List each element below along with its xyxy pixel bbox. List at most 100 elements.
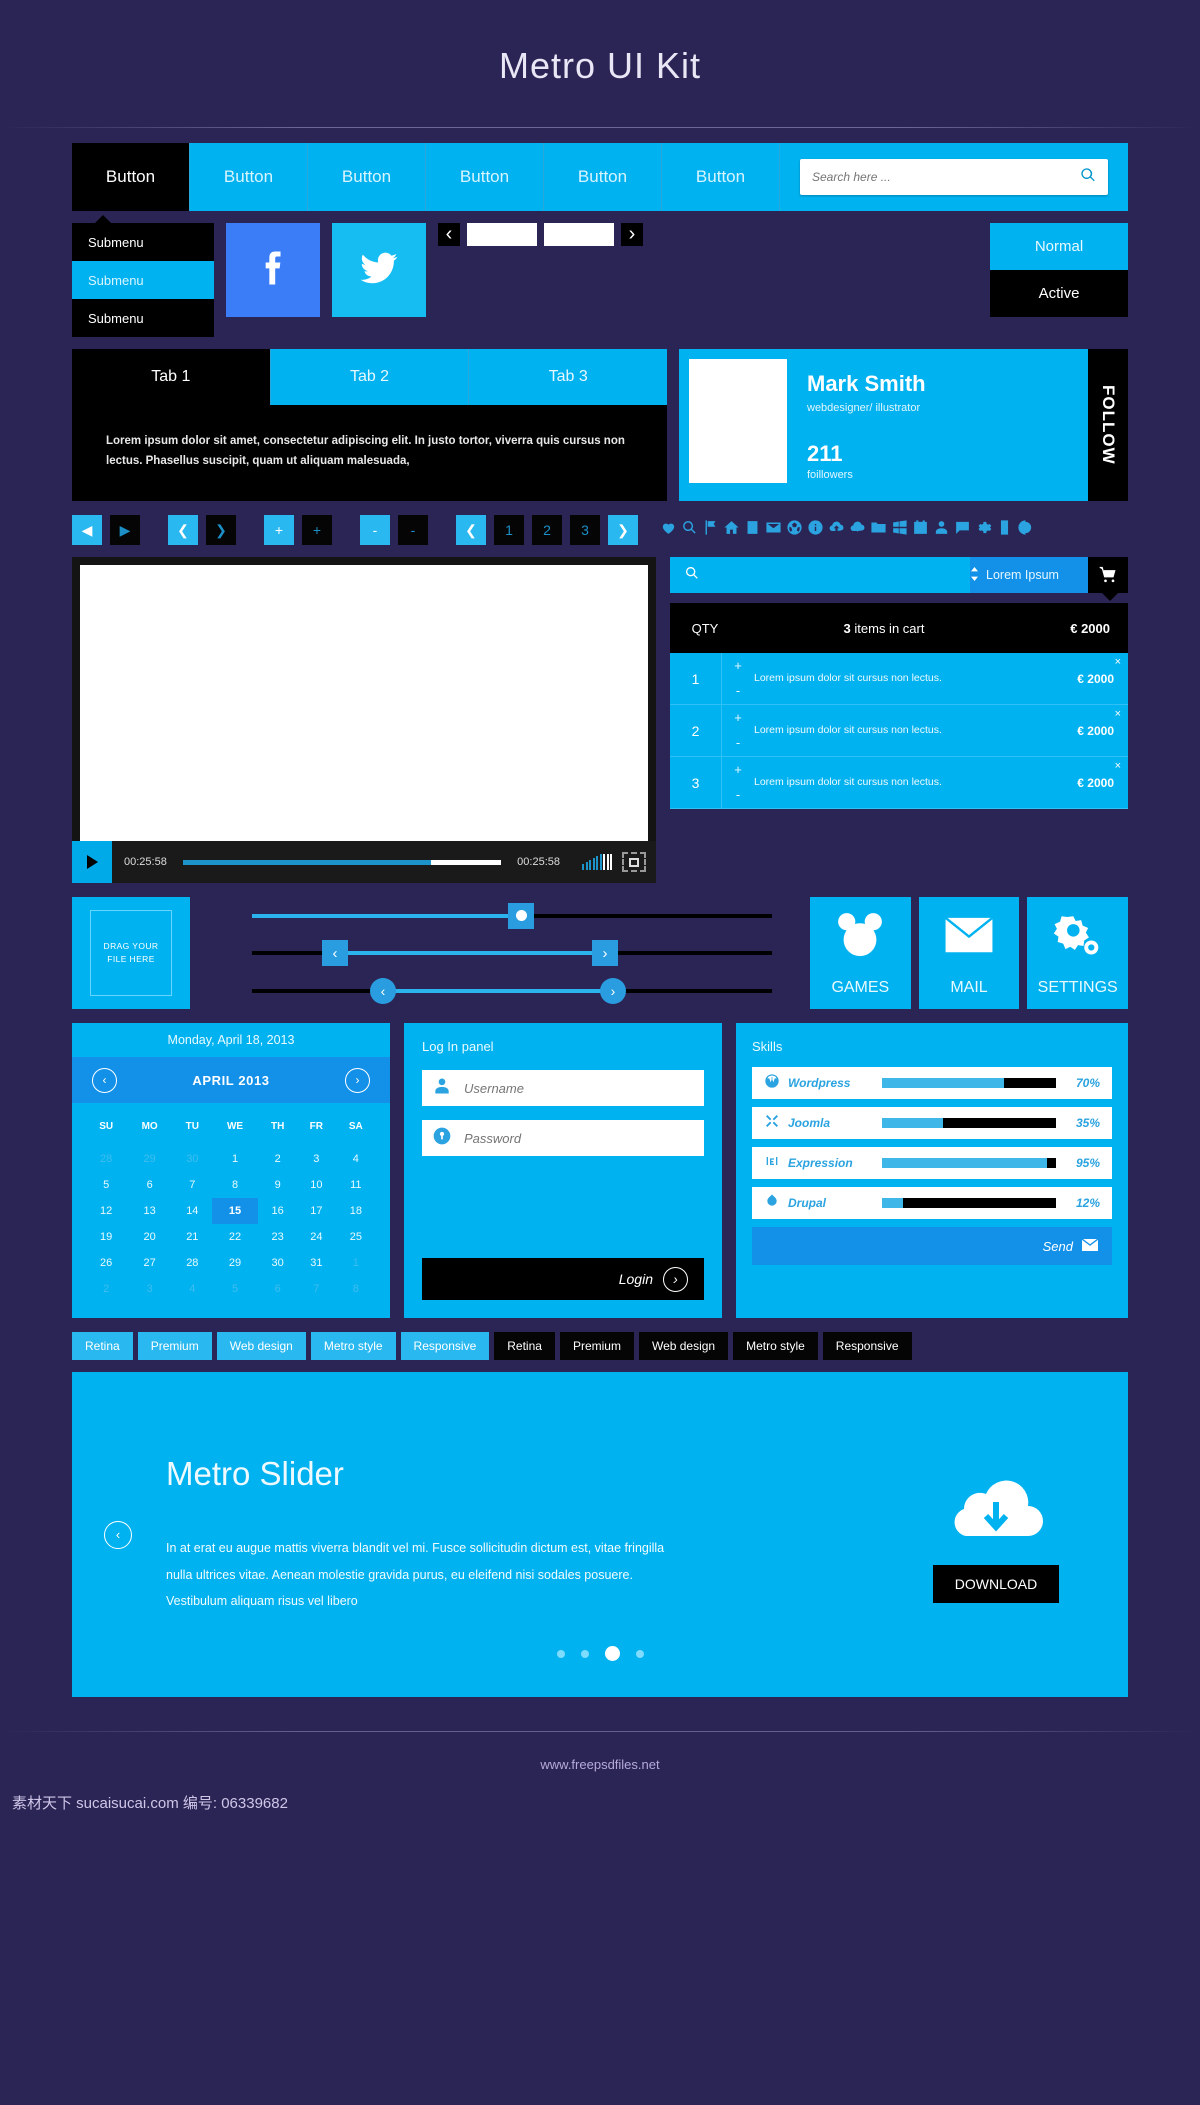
slider-handle-right[interactable]: › <box>600 977 626 1004</box>
calendar-day[interactable]: 7 <box>173 1172 212 1198</box>
username-field[interactable] <box>422 1070 704 1107</box>
cart-row-stepper[interactable]: + - <box>722 705 754 756</box>
slider-range-circle[interactable]: ‹ › <box>212 976 778 1006</box>
user-icon[interactable] <box>933 519 950 541</box>
calendar-day[interactable]: 3 <box>297 1146 336 1172</box>
nav-button-3[interactable]: Button <box>426 143 544 211</box>
slider-handle[interactable] <box>508 902 534 929</box>
slider-dot-0[interactable] <box>556 1649 565 1658</box>
calendar-day[interactable]: 1 <box>212 1146 259 1172</box>
page-3-button[interactable]: 3 <box>570 515 600 546</box>
calendar-day[interactable]: 6 <box>126 1172 173 1198</box>
calendar-day[interactable]: 30 <box>173 1146 212 1172</box>
decrease-button[interactable]: - <box>736 731 740 756</box>
nav-button-1[interactable]: Button <box>190 143 308 211</box>
shopping-cart-icon[interactable] <box>1088 557 1128 602</box>
slider-dot-3[interactable] <box>635 1649 644 1658</box>
cart-row-stepper[interactable]: + - <box>722 653 754 704</box>
pager-control-2[interactable]: ❮ <box>168 515 198 546</box>
pager-control-3[interactable]: ❯ <box>206 515 236 546</box>
tab-1[interactable]: Tab 1 <box>72 349 271 405</box>
carousel-thumb-1[interactable] <box>544 223 614 246</box>
tag-3[interactable]: Metro style <box>310 1332 396 1361</box>
calendar-day[interactable]: 25 <box>336 1224 376 1250</box>
calendar-day[interactable]: 10 <box>297 1172 336 1198</box>
calendar-day[interactable]: 20 <box>126 1224 173 1250</box>
nav-button-0[interactable]: Button <box>72 143 190 211</box>
calendar-day-selected[interactable]: 15 <box>211 1198 259 1225</box>
heart-icon[interactable] <box>660 519 677 541</box>
tile-games[interactable]: GAMES <box>810 897 911 1010</box>
calendar-day[interactable]: 9 <box>258 1172 297 1198</box>
submenu-item-0[interactable]: Submenu <box>72 223 214 261</box>
login-button[interactable]: Login › <box>422 1258 704 1301</box>
tag-4[interactable]: Responsive <box>400 1332 490 1361</box>
slider-handle-left[interactable]: ‹ <box>370 977 396 1004</box>
calendar-day[interactable]: 28 <box>173 1250 212 1276</box>
pager-minus-blue[interactable]: - <box>360 515 390 546</box>
search-icon[interactable] <box>1080 167 1096 188</box>
pager-plus-dark[interactable]: + <box>302 515 332 546</box>
calendar-day[interactable]: 31 <box>297 1250 336 1276</box>
soccer-ball-icon[interactable] <box>786 519 803 541</box>
calendar-day[interactable]: 6 <box>258 1276 297 1302</box>
fullscreen-icon[interactable] <box>622 852 646 873</box>
calendar-day[interactable]: 16 <box>258 1198 297 1224</box>
cloud-download-icon[interactable] <box>849 519 866 541</box>
calendar-next-button[interactable]: › <box>344 1067 370 1093</box>
calendar-day[interactable]: 23 <box>258 1224 297 1250</box>
gear-icon[interactable] <box>975 519 992 541</box>
calendar-prev-button[interactable]: ‹ <box>92 1067 117 1093</box>
page-next-button[interactable]: ❯ <box>608 515 638 546</box>
close-icon[interactable]: × <box>1115 656 1121 668</box>
pager-control-1[interactable]: ▶ <box>110 515 140 546</box>
tag-8[interactable]: Metro style <box>733 1332 818 1361</box>
password-input[interactable] <box>464 1130 694 1146</box>
password-field[interactable] <box>422 1120 704 1157</box>
tab-3[interactable]: Tab 3 <box>469 349 668 405</box>
slider-single[interactable] <box>212 901 778 931</box>
facebook-button[interactable] <box>226 223 320 317</box>
calendar-day[interactable]: 22 <box>212 1224 259 1250</box>
calendar-day[interactable]: 18 <box>336 1198 376 1224</box>
slider-range-square[interactable]: ‹ › <box>212 938 778 968</box>
tag-9[interactable]: Responsive <box>822 1332 912 1361</box>
calendar-day[interactable]: 2 <box>86 1276 126 1302</box>
page-prev-button[interactable]: ❮ <box>456 515 486 546</box>
tag-7[interactable]: Web design <box>638 1332 729 1361</box>
carousel-next-button[interactable]: › <box>621 223 643 246</box>
book-icon[interactable] <box>744 519 761 541</box>
pager-plus-blue[interactable]: + <box>264 515 294 546</box>
calendar-day[interactable]: 14 <box>173 1198 212 1224</box>
table-row[interactable]: 1 + - Lorem ipsum dolor sit cursus non l… <box>670 653 1128 706</box>
increase-button[interactable]: + <box>734 706 742 731</box>
cloud-upload-icon[interactable] <box>828 519 845 541</box>
calendar-day[interactable]: 11 <box>336 1172 376 1198</box>
close-icon[interactable]: × <box>1115 708 1121 720</box>
pager-control-0[interactable]: ◀ <box>72 515 102 546</box>
slider-dot-2[interactable] <box>604 1646 620 1662</box>
calendar-day[interactable]: 5 <box>86 1172 126 1198</box>
tag-2[interactable]: Web design <box>216 1332 306 1361</box>
calendar-day[interactable]: 8 <box>212 1172 259 1198</box>
play-icon[interactable] <box>72 841 112 884</box>
send-button[interactable]: Send <box>752 1227 1112 1266</box>
decrease-button[interactable]: - <box>736 679 740 704</box>
slider-prev-button[interactable]: ‹ <box>104 1520 132 1549</box>
calendar-day[interactable]: 17 <box>297 1198 336 1224</box>
calendar-day[interactable]: 29 <box>126 1146 173 1172</box>
calendar-day[interactable]: 8 <box>336 1276 376 1302</box>
tag-6[interactable]: Premium <box>559 1332 634 1361</box>
table-row[interactable]: 3 + - Lorem ipsum dolor sit cursus non l… <box>670 757 1128 810</box>
active-button[interactable]: Active <box>990 270 1128 317</box>
video-screen[interactable] <box>80 565 648 842</box>
search-input[interactable] <box>812 170 1080 184</box>
calendar-day[interactable]: 7 <box>297 1276 336 1302</box>
page-2-button[interactable]: 2 <box>532 515 562 546</box>
flag-icon[interactable] <box>702 519 719 541</box>
home-icon[interactable] <box>723 519 740 541</box>
nav-button-4[interactable]: Button <box>544 143 662 211</box>
slider-handle-right[interactable]: › <box>592 940 618 967</box>
calendar-day[interactable]: 13 <box>126 1198 173 1224</box>
calendar-day[interactable]: 30 <box>258 1250 297 1276</box>
